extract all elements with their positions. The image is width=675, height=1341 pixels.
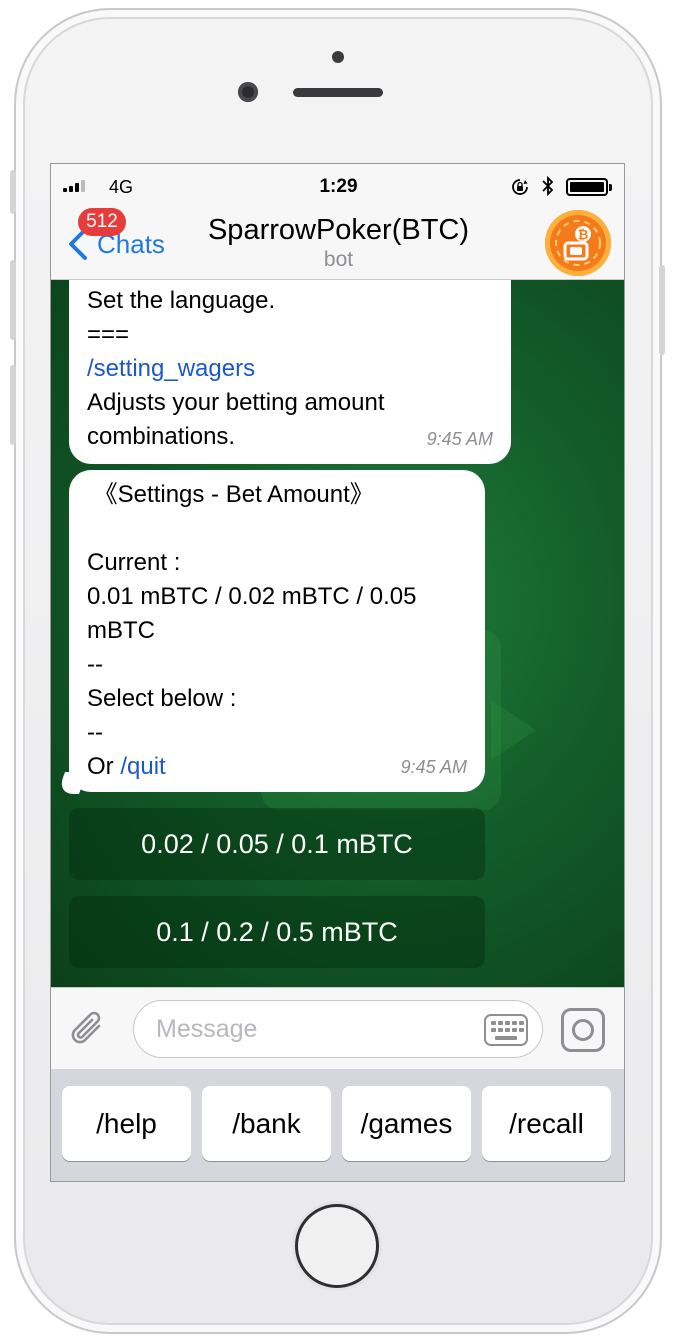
command-link[interactable]: /setting_wagers [87, 352, 493, 386]
bitcoin-chip-icon: ₿ [555, 220, 601, 266]
message-bubble[interactable]: Set the language. === /setting_wagers Ad… [69, 280, 511, 464]
bot-avatar[interactable]: ₿ [545, 210, 611, 276]
message-timestamp: 9:45 AM [400, 757, 467, 777]
reply-keyboard: /help /bank /games /recall [51, 1069, 624, 1181]
message-line: 《Settings - Bet Amount》 [87, 481, 374, 508]
message-line: Select below : [87, 685, 237, 712]
quit-command-link[interactable]: /quit [120, 753, 165, 780]
earpiece-speaker [293, 88, 383, 97]
message-line: === [87, 321, 130, 348]
proximity-sensor [332, 51, 344, 63]
camera-icon[interactable] [561, 1008, 605, 1052]
reply-key-recall[interactable]: /recall [482, 1086, 611, 1161]
volume-down-button [10, 365, 16, 445]
status-bar: 4G 1:29 [51, 164, 624, 206]
screen: 4G 1:29 Chats 512 SparrowPoker(BTC) bot [50, 163, 625, 1182]
message-line: Adjusts your betting amount [87, 389, 385, 416]
volume-up-button [10, 260, 16, 340]
chat-title[interactable]: SparrowPoker(BTC) [51, 214, 624, 247]
message-placeholder: Message [156, 1015, 258, 1043]
front-camera [238, 82, 258, 102]
home-button[interactable] [295, 1204, 379, 1288]
message-line: Current : [87, 549, 181, 576]
message-line-empty [87, 512, 467, 546]
message-list[interactable]: Set the language. === /setting_wagers Ad… [51, 280, 624, 987]
message-line: Set the language. [87, 287, 276, 314]
mute-switch [10, 170, 16, 214]
message-line: 0.01 mBTC / 0.02 mBTC / 0.05 [87, 583, 417, 610]
message-bubble[interactable]: 《Settings - Bet Amount》 Current : 0.01 m… [69, 470, 485, 792]
message-line: -- [87, 651, 103, 678]
inline-button-wager-option-2[interactable]: 0.1 / 0.2 / 0.5 mBTC [69, 896, 485, 968]
chat-subtitle: bot [323, 248, 354, 271]
message-timestamp: 9:45 AM [426, 429, 493, 449]
paperclip-icon[interactable] [69, 1010, 107, 1050]
reply-key-help[interactable]: /help [62, 1086, 191, 1161]
chat-header: Chats 512 SparrowPoker(BTC) bot ₿ [51, 206, 624, 280]
background-pattern-arrow [491, 700, 536, 760]
message-input[interactable]: Message [133, 1000, 543, 1058]
message-line: -- [87, 719, 103, 746]
reply-key-games[interactable]: /games [342, 1086, 471, 1161]
rotation-lock-icon [512, 179, 528, 195]
battery-icon [566, 178, 612, 196]
reply-key-bank[interactable]: /bank [202, 1086, 331, 1161]
svg-text:₿: ₿ [578, 227, 589, 242]
composer: Message [51, 987, 624, 1069]
power-button [659, 265, 665, 355]
bluetooth-icon [542, 176, 554, 196]
keyboard-icon[interactable] [484, 1014, 528, 1046]
message-text: Or [87, 753, 121, 780]
clock: 1:29 [319, 176, 358, 197]
message-line: mBTC [87, 617, 155, 644]
inline-button-wager-option-1[interactable]: 0.02 / 0.05 / 0.1 mBTC [69, 808, 485, 880]
